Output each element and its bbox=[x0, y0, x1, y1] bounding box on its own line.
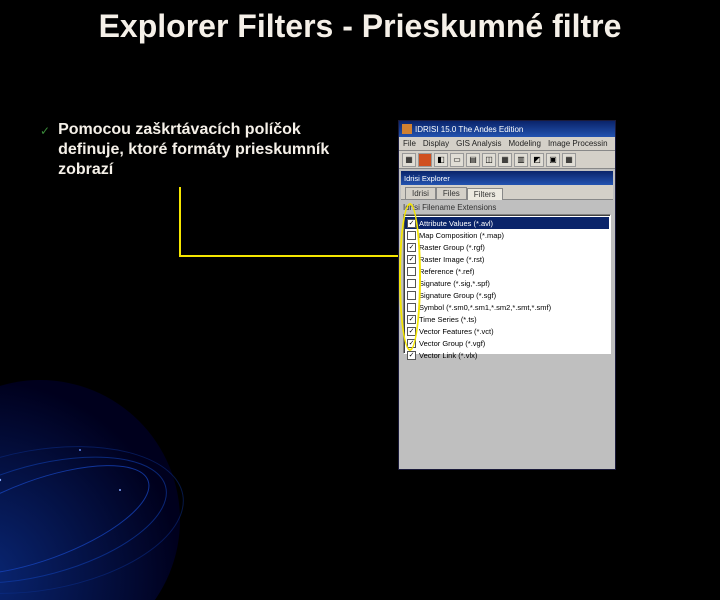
menu-file[interactable]: File bbox=[403, 139, 416, 148]
app-icon bbox=[402, 124, 412, 134]
checkbox[interactable]: ✓ bbox=[407, 327, 416, 336]
tab-filters[interactable]: Filters bbox=[467, 188, 503, 200]
list-item[interactable]: Reference (*.ref) bbox=[405, 265, 609, 277]
checkbox[interactable] bbox=[407, 231, 416, 240]
check-icon: ✓ bbox=[40, 124, 50, 180]
checkbox[interactable]: ✓ bbox=[407, 219, 416, 228]
checkbox[interactable] bbox=[407, 291, 416, 300]
checkbox[interactable]: ✓ bbox=[407, 255, 416, 264]
menu-gis-analysis[interactable]: GIS Analysis bbox=[456, 139, 501, 148]
list-item[interactable]: Symbol (*.sm0,*.sm1,*.sm2,*.smt,*.smf) bbox=[405, 301, 609, 313]
list-item-label: Attribute Values (*.avl) bbox=[419, 219, 493, 228]
checkbox[interactable] bbox=[407, 303, 416, 312]
list-item-label: Raster Image (*.rst) bbox=[419, 255, 484, 264]
app-window: IDRISI 15.0 The Andes Edition File Displ… bbox=[398, 120, 616, 470]
toolbar-button[interactable]: ▤ bbox=[466, 153, 480, 167]
filters-header: Idrisi Filename Extensions bbox=[403, 203, 611, 212]
decorative-swirl bbox=[0, 340, 200, 600]
list-item-label: Signature Group (*.sgf) bbox=[419, 291, 496, 300]
list-item-label: Vector Features (*.vct) bbox=[419, 327, 494, 336]
toolbar-button[interactable]: ▦ bbox=[402, 153, 416, 167]
subwindow-title: Idrisi Explorer bbox=[404, 174, 610, 183]
list-item[interactable]: ✓Vector Features (*.vct) bbox=[405, 325, 609, 337]
filters-list: ✓Attribute Values (*.avl)Map Composition… bbox=[403, 214, 611, 354]
checkbox[interactable] bbox=[407, 267, 416, 276]
list-item-label: Raster Group (*.rgf) bbox=[419, 243, 485, 252]
toolbar-button[interactable]: ▦ bbox=[498, 153, 512, 167]
checkbox[interactable]: ✓ bbox=[407, 315, 416, 324]
checkbox[interactable]: ✓ bbox=[407, 243, 416, 252]
menu-modeling[interactable]: Modeling bbox=[508, 139, 540, 148]
list-item-label: Reference (*.ref) bbox=[419, 267, 474, 276]
toolbar-button[interactable]: ◧ bbox=[434, 153, 448, 167]
window-titlebar: IDRISI 15.0 The Andes Edition bbox=[399, 121, 615, 137]
list-item-label: Symbol (*.sm0,*.sm1,*.sm2,*.smt,*.smf) bbox=[419, 303, 551, 312]
checkbox[interactable]: ✓ bbox=[407, 351, 416, 360]
toolbar-button[interactable]: ◩ bbox=[530, 153, 544, 167]
list-item-label: Vector Link (*.vlx) bbox=[419, 351, 477, 360]
menubar: File Display GIS Analysis Modeling Image… bbox=[399, 137, 615, 151]
list-item-label: Signature (*.sig,*.spf) bbox=[419, 279, 490, 288]
list-item[interactable]: Signature (*.sig,*.spf) bbox=[405, 277, 609, 289]
toolbar-button[interactable]: ▦ bbox=[562, 153, 576, 167]
toolbar-button[interactable]: ◫ bbox=[482, 153, 496, 167]
subwindow-titlebar: Idrisi Explorer bbox=[401, 171, 613, 185]
toolbar-button[interactable]: ▭ bbox=[450, 153, 464, 167]
slide-title: Explorer Filters - Prieskumné filtre bbox=[0, 0, 720, 52]
toolbar-button[interactable]: ▥ bbox=[514, 153, 528, 167]
list-item[interactable]: ✓Time Series (*.ts) bbox=[405, 313, 609, 325]
toolbar-button[interactable] bbox=[418, 153, 432, 167]
list-item[interactable]: ✓Attribute Values (*.avl) bbox=[405, 217, 609, 229]
list-item-label: Map Composition (*.map) bbox=[419, 231, 504, 240]
tabs: Idrisi Files Filters bbox=[401, 185, 613, 200]
list-item[interactable]: ✓Vector Link (*.vlx) bbox=[405, 349, 609, 361]
list-item[interactable]: ✓Raster Image (*.rst) bbox=[405, 253, 609, 265]
list-item-label: Time Series (*.ts) bbox=[419, 315, 477, 324]
window-title: IDRISI 15.0 The Andes Edition bbox=[415, 125, 612, 134]
menu-display[interactable]: Display bbox=[423, 139, 449, 148]
toolbar-button[interactable]: ▣ bbox=[546, 153, 560, 167]
list-item[interactable]: ✓Raster Group (*.rgf) bbox=[405, 241, 609, 253]
tab-idrisi[interactable]: Idrisi bbox=[405, 187, 436, 199]
list-item-label: Vector Group (*.vgf) bbox=[419, 339, 485, 348]
checkbox[interactable]: ✓ bbox=[407, 339, 416, 348]
toolbar: ▦ ◧ ▭ ▤ ◫ ▦ ▥ ◩ ▣ ▦ bbox=[399, 151, 615, 169]
list-item[interactable]: ✓Vector Group (*.vgf) bbox=[405, 337, 609, 349]
checkbox[interactable] bbox=[407, 279, 416, 288]
bullet-text: Pomocou zaškrtávacích políčok definuje, … bbox=[58, 120, 370, 180]
list-item[interactable]: Map Composition (*.map) bbox=[405, 229, 609, 241]
bullet-item: ✓ Pomocou zaškrtávacích políčok definuje… bbox=[40, 120, 370, 180]
list-item[interactable]: Signature Group (*.sgf) bbox=[405, 289, 609, 301]
menu-image-processing[interactable]: Image Processin bbox=[548, 139, 608, 148]
tab-files[interactable]: Files bbox=[436, 187, 467, 199]
